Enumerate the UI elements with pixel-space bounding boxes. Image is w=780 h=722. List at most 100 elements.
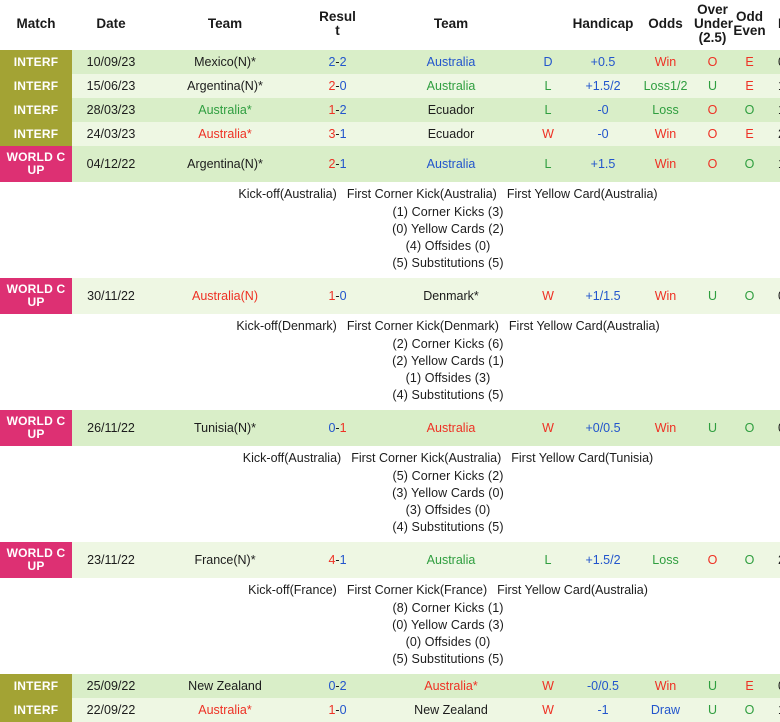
table-header: Match Date Team Resul t Team Handicap Od…	[0, 0, 780, 50]
table-row[interactable]: INTERF 15/06/23 Argentina(N)* 2-0 Australia L…	[0, 74, 780, 98]
away-score: 0	[339, 289, 347, 303]
match-stat-line: (3) Offsides (0)	[405, 503, 491, 517]
table-row[interactable]: WORLD C UP 30/11/22 Australia(N) 1-0 Denmark…	[0, 278, 780, 314]
competition-cell[interactable]: INTERF	[0, 674, 72, 698]
match-detail-block: Kick-off(France) First Corner Kick(France…	[0, 578, 780, 674]
match-detail-cell: Kick-off(France) First Corner Kick(France…	[0, 578, 780, 674]
match-history-table: Match Date Team Resul t Team Handicap Od…	[0, 0, 780, 722]
competition-badge: INTERF	[0, 698, 72, 722]
match-detail-firsts: Kick-off(Denmark) First Corner Kick(Denma…	[82, 318, 780, 335]
kickoff-info: Kick-off(Australia)	[242, 451, 342, 465]
result-indicator: L	[527, 74, 569, 98]
away-team-name: Australia*	[375, 674, 527, 698]
competition-cell[interactable]: INTERF	[0, 74, 72, 98]
header-ou25-line3: (2.5)	[698, 30, 727, 45]
header-winloss	[527, 0, 569, 50]
first-yellow-card-info: First Yellow Card(Tunisia)	[511, 451, 654, 465]
odd-even-value: O	[731, 410, 768, 446]
competition-badge: WORLD C UP	[0, 542, 72, 578]
away-team-name: Ecuador	[375, 122, 527, 146]
table-row[interactable]: WORLD C UP 23/11/22 France(N)* 4-1 Australia…	[0, 542, 780, 578]
table-body: INTERF 10/09/23 Mexico(N)* 2-2 Australia D +0.…	[0, 50, 780, 722]
match-score: 0-2	[300, 674, 375, 698]
match-score: 0-1	[300, 410, 375, 446]
competition-cell[interactable]: INTERF	[0, 122, 72, 146]
competition-cell[interactable]: WORLD C UP	[0, 146, 72, 182]
table-row[interactable]: INTERF 24/03/23 Australia* 3-1 Ecuador W -0 Win…	[0, 122, 780, 146]
match-date: 28/03/23	[72, 98, 150, 122]
handicap-value: +0/0.5	[569, 410, 637, 446]
header-ht: HT	[768, 0, 780, 50]
away-score: 2	[339, 679, 347, 693]
match-score: 4-1	[300, 542, 375, 578]
home-score: 0	[328, 679, 336, 693]
competition-cell[interactable]: INTERF	[0, 50, 72, 74]
competition-cell[interactable]: WORLD C UP	[0, 410, 72, 446]
match-detail-cell: Kick-off(Denmark) First Corner Kick(Denma…	[0, 314, 780, 410]
table-row[interactable]: WORLD C UP 04/12/22 Argentina(N)* 2-1 Austra…	[0, 146, 780, 182]
match-date: 24/03/23	[72, 122, 150, 146]
home-team-name: New Zealand	[150, 674, 300, 698]
half-time-score: 0-1	[768, 410, 780, 446]
odd-even-value: O	[731, 146, 768, 182]
home-team-name: Australia*	[150, 98, 300, 122]
match-stat-line: (8) Corner Kicks (1)	[392, 601, 504, 615]
odds-result: Loss	[637, 542, 694, 578]
header-odds: Odds	[637, 0, 694, 50]
header-date: Date	[72, 0, 150, 50]
competition-cell[interactable]: WORLD C UP	[0, 542, 72, 578]
odd-even-value: E	[731, 74, 768, 98]
handicap-value: -0	[569, 98, 637, 122]
header-team-right: Team	[375, 0, 527, 50]
competition-badge: INTERF	[0, 674, 72, 698]
result-indicator: W	[527, 674, 569, 698]
table-row[interactable]: INTERF 22/09/22 Australia* 1-0 New Zealand W -…	[0, 698, 780, 722]
match-detail-firsts: Kick-off(Australia) First Corner Kick(Aus…	[82, 186, 780, 203]
away-score: 2	[339, 55, 347, 69]
first-yellow-card-info: First Yellow Card(Australia)	[508, 319, 660, 333]
match-score: 3-1	[300, 122, 375, 146]
over-under-25-value: U	[694, 674, 731, 698]
header-ou25-line1: Over	[697, 2, 728, 17]
over-under-25-value: O	[694, 122, 731, 146]
table-row[interactable]: INTERF 10/09/23 Mexico(N)* 2-2 Australia D +0.…	[0, 50, 780, 74]
away-team-name: Ecuador	[375, 98, 527, 122]
match-detail-inner: Kick-off(Denmark) First Corner Kick(Denma…	[34, 318, 780, 404]
match-detail-row: Kick-off(Australia) First Corner Kick(Aus…	[0, 182, 780, 278]
table-row[interactable]: INTERF 25/09/22 New Zealand 0-2 Australia* W -…	[0, 674, 780, 698]
table-row[interactable]: INTERF 28/03/23 Australia* 1-2 Ecuador L -0 Los…	[0, 98, 780, 122]
competition-cell[interactable]: INTERF	[0, 698, 72, 722]
match-score: 1-0	[300, 698, 375, 722]
away-score: 1	[339, 553, 347, 567]
competition-badge: INTERF	[0, 50, 72, 74]
half-time-score: 1-0	[768, 98, 780, 122]
match-date: 26/11/22	[72, 410, 150, 446]
match-detail-row: Kick-off(Denmark) First Corner Kick(Denma…	[0, 314, 780, 410]
match-stat-line: (4) Substitutions (5)	[392, 520, 504, 534]
match-stat-line: (3) Yellow Cards (0)	[392, 486, 504, 500]
competition-cell[interactable]: INTERF	[0, 98, 72, 122]
match-date: 25/09/22	[72, 674, 150, 698]
odds-result: Loss1/2	[637, 74, 694, 98]
match-detail-row: Kick-off(France) First Corner Kick(France…	[0, 578, 780, 674]
handicap-value: -0/0.5	[569, 674, 637, 698]
odds-result: Win	[637, 122, 694, 146]
result-indicator: W	[527, 278, 569, 314]
odds-result: Win	[637, 146, 694, 182]
match-detail-inner: Kick-off(Australia) First Corner Kick(Aus…	[34, 186, 780, 272]
match-stat-line: (0) Yellow Cards (2)	[392, 222, 504, 236]
match-detail-block: Kick-off(Denmark) First Corner Kick(Denma…	[0, 314, 780, 410]
home-team-name: Australia(N)	[150, 278, 300, 314]
over-under-25-value: U	[694, 74, 731, 98]
result-indicator: L	[527, 146, 569, 182]
competition-badge: INTERF	[0, 98, 72, 122]
match-stat-line: (5) Corner Kicks (2)	[392, 469, 504, 483]
match-score: 2-2	[300, 50, 375, 74]
header-result-line2: t	[335, 23, 340, 38]
result-indicator: L	[527, 542, 569, 578]
table-row[interactable]: WORLD C UP 26/11/22 Tunisia(N)* 0-1 Australi…	[0, 410, 780, 446]
competition-badge: INTERF	[0, 122, 72, 146]
competition-cell[interactable]: WORLD C UP	[0, 278, 72, 314]
match-detail-inner: Kick-off(France) First Corner Kick(France…	[34, 582, 780, 668]
over-under-25-value: O	[694, 50, 731, 74]
